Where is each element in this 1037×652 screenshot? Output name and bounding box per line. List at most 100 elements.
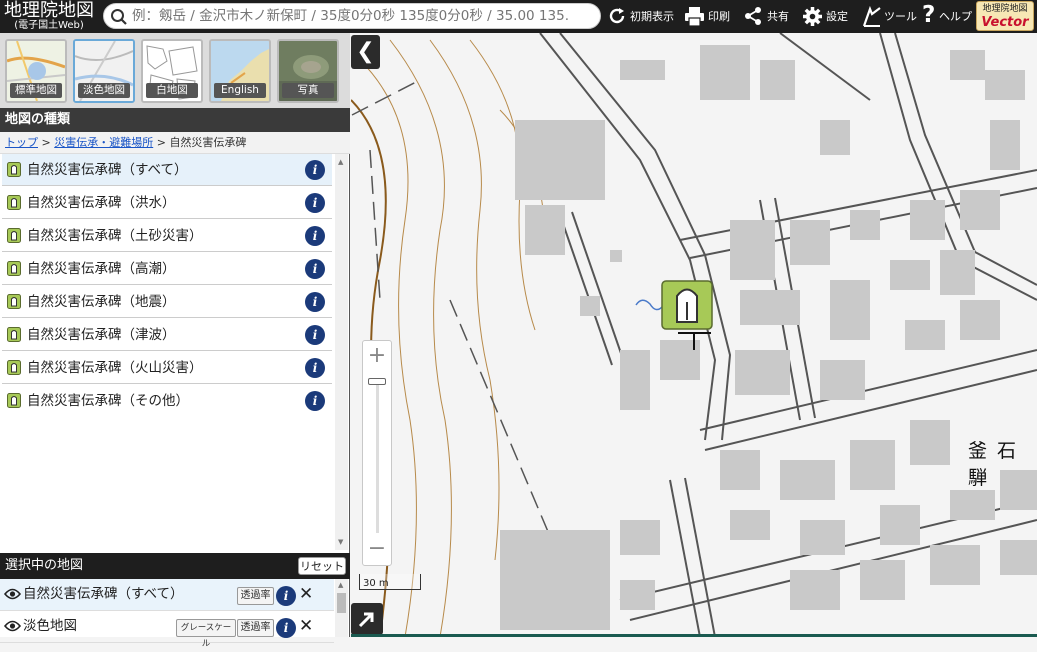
scroll-up-icon[interactable]: ▲ <box>338 158 343 166</box>
close-icon[interactable]: ✕ <box>299 582 313 606</box>
zoom-slider-handle[interactable] <box>368 378 386 385</box>
share-button[interactable]: 共有 <box>743 0 791 33</box>
tools-button[interactable]: ツール <box>862 0 920 33</box>
zoom-slider-track[interactable] <box>376 383 379 533</box>
vector-logo[interactable]: 地理院地図 Vector <box>976 1 1034 31</box>
info-icon[interactable]: i <box>276 618 296 638</box>
layer-item-storm-surge[interactable]: 自然災害伝承碑（高潮） i <box>2 253 332 285</box>
breadcrumb-current: 自然災害伝承碑 <box>169 136 247 149</box>
collapse-panel-button[interactable]: ❮ <box>351 35 380 69</box>
breadcrumb-top-link[interactable]: トップ <box>5 136 38 149</box>
layer-item-all[interactable]: 自然災害伝承碑（すべて） i <box>2 154 332 186</box>
vector-logo-word: Vector <box>981 15 1029 30</box>
layer-label: 自然災害伝承碑（火山災害） <box>27 360 203 376</box>
basemap-selector: 標準地図 淡色地図 白地図 English 写真 <box>0 33 350 108</box>
reset-view-button[interactable]: 初期表示 <box>607 0 677 33</box>
help-icon: ? <box>922 2 936 28</box>
monument-icon <box>7 327 21 342</box>
printer-icon <box>685 7 704 27</box>
info-icon[interactable]: i <box>305 259 325 279</box>
search-box[interactable] <box>103 3 601 29</box>
zoom-control: + − <box>362 340 392 566</box>
search-input[interactable] <box>132 6 592 26</box>
map-canvas[interactable] <box>351 33 1037 637</box>
breadcrumb-separator: > <box>156 136 166 149</box>
info-icon[interactable]: i <box>305 292 325 312</box>
refresh-icon <box>609 8 625 24</box>
selected-maps-list: 自然災害伝承碑（すべて） 透過率 i ✕ 淡色地図 グレースケール 透過率 i … <box>0 579 334 649</box>
opacity-button[interactable]: 透過率 <box>237 619 274 637</box>
reset-button[interactable]: リセット <box>298 557 346 575</box>
gear-icon <box>803 7 822 26</box>
app-title: 地理院地図 <box>4 0 94 21</box>
top-bar: 地理院地図 (電子国土Web) 初期表示 印刷 共有 <box>0 0 1037 33</box>
tools-icon <box>862 6 881 27</box>
basemap-blank-label: 白地図 <box>146 83 198 98</box>
scroll-up-icon[interactable]: ▲ <box>338 581 343 589</box>
info-icon[interactable]: i <box>305 160 325 180</box>
settings-label: 設定 <box>826 10 848 23</box>
basemap-standard-label: 標準地図 <box>10 83 62 98</box>
zoom-in-button[interactable]: + <box>363 341 391 371</box>
monument-icon <box>7 261 21 276</box>
map-graphics <box>351 33 1037 637</box>
tools-label: ツール <box>884 10 917 23</box>
app-logo[interactable]: 地理院地図 (電子国土Web) <box>2 1 96 32</box>
breadcrumb-separator: > <box>41 136 51 149</box>
basemap-blank[interactable]: 白地図 <box>141 39 203 103</box>
basemap-english-label: English <box>214 83 266 98</box>
info-icon[interactable]: i <box>305 325 325 345</box>
zoom-out-button[interactable]: − <box>363 535 391 565</box>
scroll-thumb[interactable] <box>337 593 346 613</box>
layer-label: 自然災害伝承碑（すべて） <box>27 162 188 178</box>
info-icon[interactable]: i <box>305 358 325 378</box>
info-icon[interactable]: i <box>276 586 296 606</box>
layer-item-earthquake[interactable]: 自然災害伝承碑（地震） i <box>2 286 332 318</box>
layer-label: 自然災害伝承碑（洪水） <box>27 195 176 211</box>
print-button[interactable]: 印刷 <box>684 0 732 33</box>
close-icon[interactable]: ✕ <box>299 614 313 638</box>
selected-list-scrollbar[interactable]: ▲ <box>335 579 348 637</box>
layer-item-flood[interactable]: 自然災害伝承碑（洪水） i <box>2 187 332 219</box>
share-label: 共有 <box>767 10 789 23</box>
monument-icon <box>7 294 21 309</box>
layer-item-tsunami[interactable]: 自然災害伝承碑（津波） i <box>2 319 332 351</box>
share-icon <box>745 7 761 25</box>
scroll-down-icon[interactable]: ▼ <box>338 538 343 546</box>
selected-row-label: 自然災害伝承碑（すべて） <box>23 586 184 602</box>
scale-bar: 30 m <box>359 574 421 590</box>
info-icon[interactable]: i <box>305 226 325 246</box>
info-icon[interactable]: i <box>305 391 325 411</box>
layer-item-other[interactable]: 自然災害伝承碑（その他） i <box>2 385 332 417</box>
layer-item-landslide[interactable]: 自然災害伝承碑（土砂災害） i <box>2 220 332 252</box>
settings-button[interactable]: 設定 <box>802 0 852 33</box>
layer-label: 自然災害伝承碑（高潮） <box>27 261 176 277</box>
help-button[interactable]: ? ヘルプ <box>922 0 974 33</box>
monument-icon <box>7 162 21 177</box>
info-icon[interactable]: i <box>305 193 325 213</box>
expand-button[interactable] <box>351 603 383 635</box>
grayscale-button[interactable]: グレースケール <box>176 619 236 649</box>
layer-list: 自然災害伝承碑（すべて） i 自然災害伝承碑（洪水） i 自然災害伝承碑（土砂災… <box>0 154 334 550</box>
selected-row-monument: 自然災害伝承碑（すべて） 透過率 i ✕ <box>0 579 334 611</box>
basemap-photo[interactable]: 写真 <box>277 39 339 103</box>
basemap-pale[interactable]: 淡色地図 <box>73 39 135 103</box>
expand-arrow-icon <box>358 612 374 628</box>
eye-icon[interactable] <box>4 620 21 632</box>
map-types-heading: 地図の種類 <box>0 108 350 132</box>
search-icon <box>111 9 127 25</box>
basemap-standard[interactable]: 標準地図 <box>5 39 67 103</box>
layer-item-volcano[interactable]: 自然災害伝承碑（火山災害） i <box>2 352 332 384</box>
opacity-button[interactable]: 透過率 <box>237 587 274 605</box>
app-subtitle: (電子国土Web) <box>14 20 84 31</box>
eye-icon[interactable] <box>4 588 21 600</box>
layer-label: 自然災害伝承碑（津波） <box>27 327 176 343</box>
layer-label: 自然災害伝承碑（地震） <box>27 294 176 310</box>
layer-label: 自然災害伝承碑（その他） <box>27 393 189 409</box>
basemap-english[interactable]: English <box>209 39 271 103</box>
breadcrumb-parent-link[interactable]: 災害伝承・避難場所 <box>54 136 153 149</box>
layer-list-scrollbar[interactable]: ▲ ▼ <box>335 154 348 550</box>
monument-icon <box>7 360 21 375</box>
layer-label: 自然災害伝承碑（土砂災害） <box>27 228 203 244</box>
reset-view-label: 初期表示 <box>630 10 674 23</box>
